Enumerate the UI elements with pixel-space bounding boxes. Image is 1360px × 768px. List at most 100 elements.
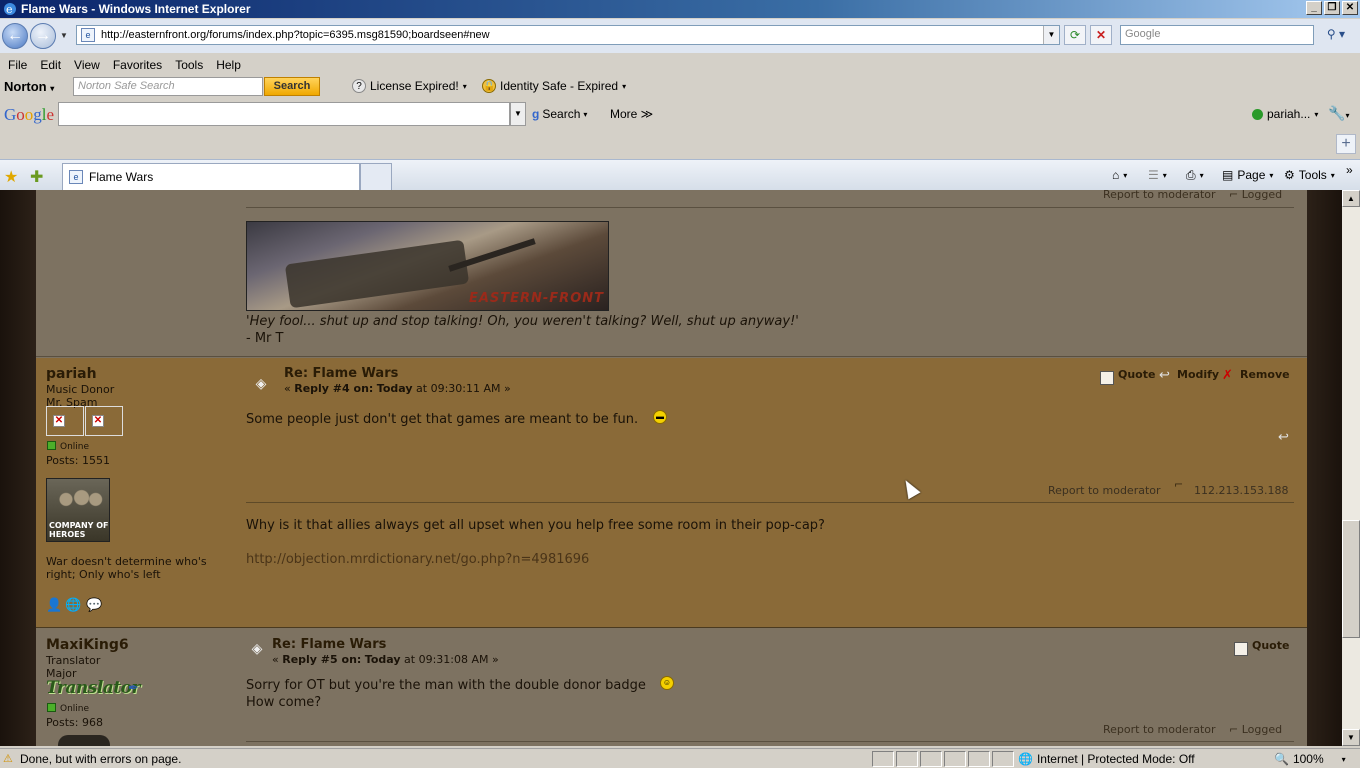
google-search-dropdown-icon[interactable]: ▼ (510, 102, 526, 126)
avatar: COMPANY OF HEROES (46, 478, 110, 542)
forum-post: pariah Music Donor Mr. Spam ✕ ✕ Online P… (36, 358, 1307, 628)
google-search-button[interactable]: g Search ▾ (532, 107, 587, 121)
feeds-button[interactable]: ☰ ▾ (1148, 168, 1167, 182)
chevron-more-icon[interactable]: » (1346, 163, 1353, 177)
address-dropdown-icon[interactable]: ▼ (1043, 26, 1059, 44)
report-to-moderator-link[interactable]: Report to moderator (1103, 190, 1216, 201)
personal-message-icon[interactable]: 💬 (86, 598, 102, 613)
address-toolbar: ← → ▼ e http://easternfront.org/forums/i… (0, 19, 1360, 53)
status-segment (968, 751, 990, 767)
modify-button[interactable]: Modify (1177, 368, 1219, 381)
scroll-down-arrow-icon[interactable]: ▼ (1342, 729, 1360, 746)
donor-badge: ✕ (46, 406, 84, 436)
page-border-left (0, 190, 36, 746)
zoom-control[interactable]: 🔍 100% ▾ (1274, 752, 1346, 766)
tab-flame-wars[interactable]: e Flame Wars (62, 163, 360, 190)
maximize-button[interactable]: ❐ (1324, 1, 1340, 15)
home-icon: ⌂ (1112, 168, 1120, 182)
forward-button[interactable]: → (30, 23, 56, 49)
report-to-moderator-link[interactable]: Report to moderator (1103, 723, 1216, 736)
menu-favorites[interactable]: Favorites (113, 58, 162, 72)
report-to-moderator-link[interactable]: Report to moderator (1048, 484, 1161, 497)
google-search-input[interactable] (58, 102, 510, 126)
quote-button[interactable]: Quote (1118, 368, 1155, 381)
modify-icon[interactable]: ↩ (1159, 368, 1170, 383)
post-author-link[interactable]: MaxiKing6 (46, 637, 129, 653)
scrollbar-thumb[interactable] (1342, 520, 1360, 638)
minimize-button[interactable]: _ (1306, 1, 1322, 15)
banner-brand: EASTERN-FRONT (468, 291, 604, 306)
question-icon: ? (352, 79, 366, 93)
identity-safe-menu[interactable]: 🔒 Identity Safe - Expired ▾ (482, 79, 626, 93)
toolbar-spacer: + (0, 129, 1360, 159)
tools-menu[interactable]: ⚙ Tools ▾ (1284, 168, 1335, 182)
google-more-button[interactable]: More ≫ (610, 107, 653, 121)
donor-badge: ✕ (85, 406, 123, 436)
author-group: Translator (46, 654, 101, 667)
status-segment (920, 751, 942, 767)
new-tab-button[interactable] (360, 163, 392, 190)
recent-pages-dropdown-icon[interactable]: ▼ (60, 31, 68, 40)
page-border-right (1307, 190, 1342, 746)
zoom-icon: 🔍 (1274, 752, 1289, 766)
security-zone[interactable]: 🌐 Internet | Protected Mode: Off (1018, 752, 1195, 766)
post-xx-icon: ◈ (255, 375, 267, 391)
home-button[interactable]: ⌂ ▾ (1112, 168, 1127, 182)
menu-edit[interactable]: Edit (40, 58, 61, 72)
status-segment (872, 751, 894, 767)
menu-view[interactable]: View (74, 58, 100, 72)
add-favorite-icon[interactable]: ✚ (30, 167, 43, 187)
avatar-label: COMPANY OF HEROES (49, 521, 109, 539)
scroll-up-arrow-icon[interactable]: ▲ (1342, 190, 1360, 207)
page-icon: e (69, 170, 83, 184)
wink-smiley-icon: ☺ (660, 676, 674, 690)
norton-search-input[interactable]: Norton Safe Search (73, 77, 263, 96)
quote-icon[interactable] (1234, 642, 1248, 656)
rss-icon: ☰ (1148, 168, 1159, 182)
forum-post: MaxiKing6 Translator Major Translator ✒ … (36, 629, 1307, 746)
menu-file[interactable]: File (8, 58, 27, 72)
tab-bar: ★ ✚ e Flame Wars ⌂ ▾ ☰ ▾ ⎙ ▾ ▤ Page ▾ ⚙ Tools ▾… (0, 159, 1360, 190)
license-expired-menu[interactable]: ? License Expired! ▾ (352, 79, 467, 93)
remove-icon[interactable]: ✗ (1222, 368, 1233, 383)
stop-button[interactable]: ✕ (1090, 25, 1112, 45)
norton-logo[interactable]: Norton ▾ (4, 79, 54, 94)
search-box[interactable]: Google (1120, 25, 1314, 45)
add-toolbar-button[interactable]: + (1336, 134, 1356, 154)
google-g-icon: g (532, 107, 540, 121)
google-account-menu[interactable]: pariah... ▾ (1252, 107, 1318, 121)
menu-tools[interactable]: Tools (175, 58, 203, 72)
print-button[interactable]: ⎙ ▾ (1186, 168, 1204, 183)
favorites-star-icon[interactable]: ★ (4, 167, 18, 187)
post-author-link[interactable]: pariah (46, 366, 97, 382)
close-button[interactable]: ✕ (1342, 1, 1358, 15)
post-subject-link[interactable]: Re: Flame Wars (272, 637, 386, 652)
tab-label: Flame Wars (89, 170, 154, 184)
address-url[interactable]: http://easternfront.org/forums/index.php… (101, 29, 490, 41)
remove-button[interactable]: Remove (1240, 368, 1290, 381)
logged-ip-indicator: ⌐ Logged (1229, 723, 1283, 736)
quote-button[interactable]: Quote (1252, 639, 1289, 652)
quick-reply-icon[interactable]: ↩ (1278, 430, 1289, 445)
online-status-text: Online (60, 704, 90, 714)
signature-quote: 'Hey fool... shut up and stop talking! O… (246, 314, 799, 329)
post-body: Sorry for OT but you're the man with the… (246, 678, 646, 693)
search-button[interactable]: ⚲ ▾ (1316, 25, 1356, 45)
post-subject-link[interactable]: Re: Flame Wars (284, 366, 398, 381)
page-menu[interactable]: ▤ Page ▾ (1222, 168, 1273, 182)
vertical-scrollbar[interactable]: ▲ ▼ (1342, 190, 1360, 746)
back-button[interactable]: ← (2, 23, 28, 49)
page-menu-icon: ▤ (1222, 168, 1234, 182)
ip-icon: ⌐ (1174, 478, 1184, 491)
address-bar[interactable]: e http://easternfront.org/forums/index.p… (76, 25, 1060, 45)
profile-icon[interactable]: 👤 (46, 598, 62, 613)
refresh-button[interactable]: ⟳ (1064, 25, 1086, 45)
wrench-icon[interactable]: 🔧▾ (1328, 105, 1349, 122)
website-globe-icon[interactable]: 🌐 (65, 598, 81, 613)
warning-icon[interactable]: ⚠ (3, 752, 17, 765)
window-title: Flame Wars - Windows Internet Explorer (21, 2, 251, 16)
norton-search-button[interactable]: Search (264, 77, 320, 96)
signature-link[interactable]: http://objection.mrdictionary.net/go.php… (246, 552, 589, 567)
quote-icon[interactable] (1100, 371, 1114, 385)
menu-help[interactable]: Help (216, 58, 241, 72)
